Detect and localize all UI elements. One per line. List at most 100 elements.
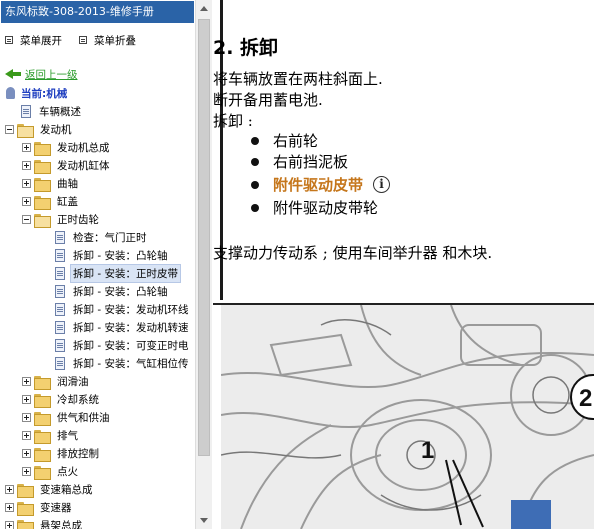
tree-item-folder[interactable]: 变速箱总成 bbox=[5, 481, 95, 498]
folder-icon bbox=[17, 501, 34, 516]
folder-icon bbox=[17, 483, 34, 498]
tree-item-label: 拆卸 - 安装：可变正时电 bbox=[73, 340, 189, 352]
document-icon bbox=[55, 231, 65, 244]
tree-item-doc[interactable]: 拆卸 - 安装：凸轮轴 bbox=[55, 247, 169, 264]
document-icon bbox=[55, 285, 65, 298]
expand-node-icon[interactable] bbox=[5, 485, 14, 494]
tree-item-label: 发动机缸体 bbox=[57, 160, 110, 172]
collapse-all-button[interactable]: 菜单折叠 bbox=[79, 33, 136, 47]
tree-item-folder[interactable]: 润滑油 bbox=[22, 373, 91, 390]
tree-item-doc[interactable]: 拆卸 - 安装：可变正时电 bbox=[55, 337, 190, 354]
tree-item-doc[interactable]: 拆卸 - 安装：气缸相位传 bbox=[55, 355, 190, 372]
expand-node-icon[interactable] bbox=[22, 449, 31, 458]
section-title: 2. 拆卸 bbox=[213, 37, 279, 59]
expand-node-icon[interactable] bbox=[22, 197, 31, 206]
tree-item-folder[interactable]: 发动机 bbox=[5, 121, 74, 138]
folder-icon bbox=[34, 159, 51, 174]
document-icon bbox=[55, 321, 65, 334]
list-item: 附件驱动皮带轮 bbox=[251, 197, 378, 218]
expand-node-icon[interactable] bbox=[22, 161, 31, 170]
list-item-text: 附件驱动皮带轮 bbox=[273, 199, 379, 217]
tree-item-label: 拆卸 - 安装：发动机转速 bbox=[73, 322, 189, 334]
collapse-node-icon[interactable] bbox=[5, 125, 14, 134]
list-item-link[interactable]: 附件驱动皮带 i bbox=[251, 174, 391, 195]
location-icon bbox=[6, 87, 15, 99]
expand-node-icon[interactable] bbox=[5, 521, 14, 529]
tree-item-label: 检查：气门正时 bbox=[73, 232, 147, 244]
bullet-icon bbox=[251, 157, 259, 166]
tree-item-label: 拆卸 - 安装：正时皮带 bbox=[70, 264, 181, 283]
list-item-text: 右前挡泥板 bbox=[273, 153, 349, 171]
bullet-icon bbox=[251, 136, 259, 145]
manual-title-bar: 东风标致-308-2013-维修手册 bbox=[1, 1, 194, 23]
expand-all-button[interactable]: 菜单展开 bbox=[5, 33, 62, 47]
tree-item-folder[interactable]: 冷却系统 bbox=[22, 391, 101, 408]
expand-node-icon[interactable] bbox=[22, 395, 31, 404]
expand-node-icon[interactable] bbox=[22, 413, 31, 422]
bullet-icon bbox=[251, 203, 259, 212]
callout-label: 1 bbox=[421, 437, 434, 464]
engine-illustration: 1 2 bbox=[221, 305, 594, 529]
tree-item-folder[interactable]: 点火 bbox=[22, 463, 80, 480]
folder-icon bbox=[34, 447, 51, 462]
tree-item-doc-selected[interactable]: 拆卸 - 安装：正时皮带 bbox=[55, 264, 181, 283]
expand-node-icon[interactable] bbox=[5, 503, 14, 512]
tree-item-folder[interactable]: 正时齿轮 bbox=[22, 211, 101, 228]
tree-item-doc[interactable]: 拆卸 - 安装：发动机转速 bbox=[55, 319, 190, 336]
tree-item-folder[interactable]: 缸盖 bbox=[22, 193, 80, 210]
folder-icon bbox=[34, 141, 51, 156]
expand-node-icon[interactable] bbox=[22, 143, 31, 152]
folder-icon bbox=[17, 519, 34, 529]
tree-item-doc[interactable]: 检查：气门正时 bbox=[55, 229, 149, 246]
scroll-down-button[interactable] bbox=[196, 512, 212, 529]
callout-label: 2 bbox=[579, 385, 592, 412]
folder-icon bbox=[34, 177, 51, 192]
tree-item-label: 冷却系统 bbox=[57, 394, 99, 406]
folder-icon bbox=[34, 411, 51, 426]
folder-icon bbox=[34, 375, 51, 390]
list-item-link-text[interactable]: 附件驱动皮带 bbox=[273, 174, 363, 195]
document-icon bbox=[21, 105, 31, 118]
list-item: 右前挡泥板 bbox=[251, 151, 348, 172]
back-link[interactable]: 返回上一级 bbox=[5, 67, 78, 81]
tree-item-folder[interactable]: 排气 bbox=[22, 427, 80, 444]
expand-node-icon[interactable] bbox=[22, 467, 31, 476]
tree-item-label: 拆卸 - 安装：发动机环线 bbox=[73, 304, 189, 316]
tree-item-doc[interactable]: 车辆概述 bbox=[21, 103, 83, 120]
document-icon bbox=[55, 249, 65, 262]
tree-item-folder[interactable]: 发动机总成 bbox=[22, 139, 112, 156]
tree-item-label: 点火 bbox=[57, 466, 78, 478]
back-arrow-icon bbox=[5, 68, 21, 80]
info-icon[interactable]: i bbox=[373, 176, 391, 193]
expand-node-icon[interactable] bbox=[22, 431, 31, 440]
tree-item-folder[interactable]: 曲轴 bbox=[22, 175, 80, 192]
folder-icon bbox=[34, 393, 51, 408]
collapse-node-icon[interactable] bbox=[22, 215, 31, 224]
tree-item-folder[interactable]: 发动机缸体 bbox=[22, 157, 112, 174]
document-icon bbox=[55, 303, 65, 316]
current-location-label: 当前:机械 bbox=[21, 87, 68, 100]
tree-item-folder[interactable]: 变速器 bbox=[5, 499, 74, 516]
expand-node-icon[interactable] bbox=[22, 377, 31, 386]
tree-item-label: 发动机总成 bbox=[57, 142, 110, 154]
collapse-all-label: 菜单折叠 bbox=[94, 34, 136, 47]
collapse-menu-icon bbox=[79, 36, 87, 44]
tree-item-label: 发动机 bbox=[40, 124, 72, 136]
tree-item-folder[interactable]: 悬架总成 bbox=[5, 517, 84, 529]
tree-item-doc[interactable]: 拆卸 - 安装：发动机环线 bbox=[55, 301, 190, 318]
tree-item-label: 变速箱总成 bbox=[40, 484, 93, 496]
folder-icon bbox=[34, 195, 51, 210]
tree-item-doc[interactable]: 拆卸 - 安装：凸轮轴 bbox=[55, 283, 169, 300]
content-pane: 2. 拆卸 将车辆放置在两柱斜面上. 断开备用蓄电池. 拆卸 : 右前轮 右前挡… bbox=[213, 0, 594, 529]
tree-item-folder[interactable]: 排放控制 bbox=[22, 445, 101, 462]
expand-node-icon[interactable] bbox=[22, 179, 31, 188]
list-item-text: 右前轮 bbox=[273, 132, 319, 150]
expand-all-label: 菜单展开 bbox=[20, 34, 62, 47]
document-icon bbox=[55, 357, 65, 370]
navigation-pane: 东风标致-308-2013-维修手册 菜单展开 菜单折叠 返回上一级 当前:机械… bbox=[0, 0, 212, 529]
scroll-thumb[interactable] bbox=[198, 19, 210, 456]
tree-item-label: 供气和供油 bbox=[57, 412, 110, 424]
tree-item-folder[interactable]: 供气和供油 bbox=[22, 409, 112, 426]
scroll-up-button[interactable] bbox=[196, 0, 212, 17]
sidebar-scrollbar[interactable] bbox=[195, 0, 212, 529]
